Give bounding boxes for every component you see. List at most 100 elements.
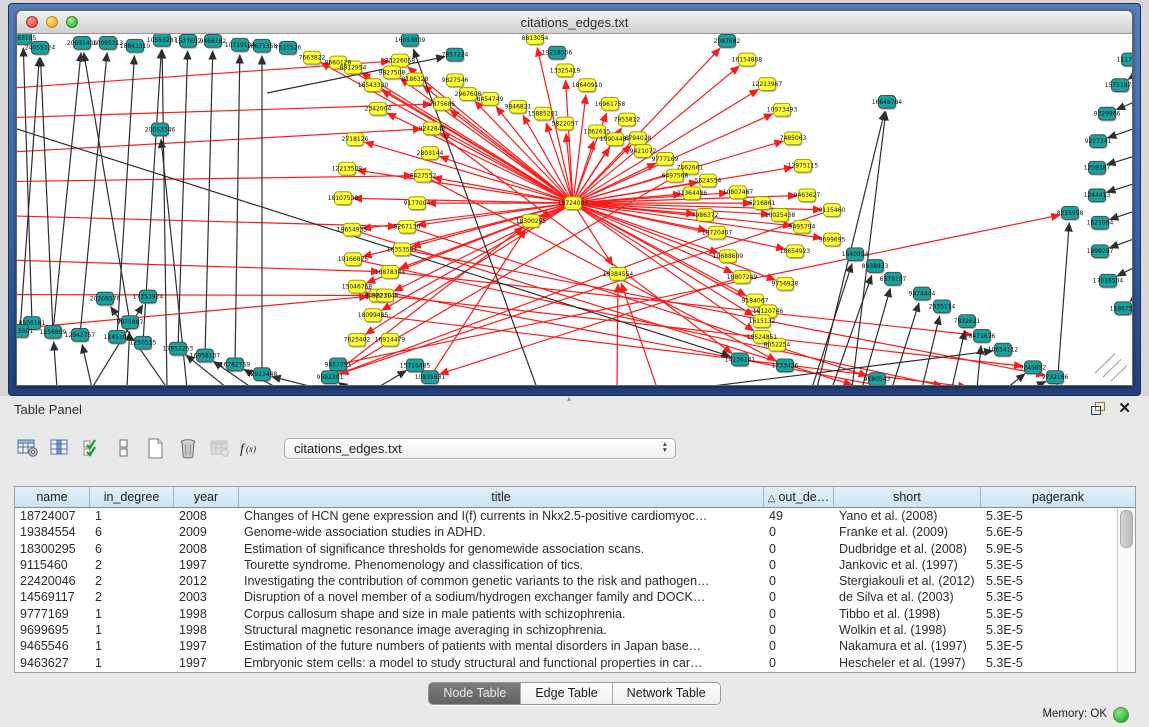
svg-text:7663822: 7663822 <box>299 55 326 62</box>
tab-network-table[interactable]: Network Table <box>613 683 720 704</box>
splitter-grip-icon[interactable]: ▴ <box>567 394 570 403</box>
table-row[interactable]: 977716911998Corpus callosum shape and si… <box>15 606 1118 622</box>
svg-text:12213967: 12213967 <box>752 81 783 88</box>
table-cell: 0 <box>764 573 834 589</box>
svg-text:9184067: 9184067 <box>742 297 769 304</box>
table-selector-dropdown[interactable]: citations_edges.txt ▲▼ <box>284 438 676 459</box>
table-cell: 2008 <box>174 508 239 524</box>
table-selector-value: citations_edges.txt <box>294 441 402 456</box>
table-cell: de Silva et al. (2003) <box>834 589 981 605</box>
svg-text:9975887: 9975887 <box>117 319 144 326</box>
table-row[interactable]: 946362711997Embryonic stem cells: a mode… <box>15 655 1118 671</box>
svg-text:5624554: 5624554 <box>695 178 722 185</box>
table-cell: 49 <box>764 508 834 524</box>
table-row[interactable]: 1830029562008Estimation of significance … <box>15 541 1118 557</box>
table-row[interactable]: 1456911722003Disruption of a novel membe… <box>15 589 1118 605</box>
new-table-icon[interactable] <box>142 434 170 462</box>
table-row[interactable]: 946554611997Estimation of the future num… <box>15 638 1118 654</box>
svg-text:20053346: 20053346 <box>145 126 176 133</box>
svg-text:16053809: 16053809 <box>395 37 426 44</box>
svg-text:1999297: 1999297 <box>1087 248 1114 255</box>
column-header-out_de[interactable]: △out_de… <box>764 487 834 507</box>
import-table-icon[interactable] <box>206 434 234 462</box>
table-cell: 0 <box>764 638 834 654</box>
table-cell: 5.3E-5 <box>981 557 1118 573</box>
table-cell: 2 <box>90 557 174 573</box>
delete-table-icon[interactable] <box>174 434 202 462</box>
svg-text:18807249: 18807249 <box>727 274 758 281</box>
column-header-in_degree[interactable]: in_degree <box>90 487 174 507</box>
column-header-title[interactable]: title <box>239 487 764 507</box>
svg-text:1145194: 1145194 <box>104 334 131 341</box>
table-cell: Disruption of a novel member of a sodium… <box>239 589 764 605</box>
svg-text:15716485: 15716485 <box>400 362 431 369</box>
svg-text:16154808: 16154808 <box>732 57 763 64</box>
show-columns-icon[interactable] <box>46 434 74 462</box>
svg-text:1527602: 1527602 <box>175 38 202 45</box>
svg-text:7955812: 7955812 <box>614 117 641 124</box>
network-view-window[interactable]: citations_edges.txt 18724007183002951938… <box>8 3 1141 396</box>
svg-text:1621064: 1621064 <box>1087 220 1114 227</box>
table-cell: 9115460 <box>15 557 90 573</box>
svg-text:2087682: 2087682 <box>714 38 741 45</box>
column-header-name[interactable]: name <box>15 487 90 507</box>
select-all-icon[interactable] <box>78 434 106 462</box>
table-cell: 5.3E-5 <box>981 508 1118 524</box>
svg-text:21364486: 21364486 <box>677 190 708 197</box>
table-cell: Tourette syndrome. Phenomenology and cla… <box>239 557 764 573</box>
table-cell: 5.3E-5 <box>981 622 1118 638</box>
scrollbar-thumb[interactable] <box>1120 510 1133 548</box>
svg-text:2342004: 2342004 <box>365 106 392 113</box>
table-cell: 2009 <box>174 524 239 540</box>
svg-text:18640910: 18640910 <box>572 82 603 89</box>
svg-text:19384554: 19384554 <box>603 271 634 278</box>
table-cell: Changes of HCN gene expression and I(f) … <box>239 508 764 524</box>
table-cell: 1997 <box>174 655 239 671</box>
table-cell: 9777169 <box>15 606 90 622</box>
svg-text:9115460: 9115460 <box>819 207 846 214</box>
svg-text:8454749: 8454749 <box>477 96 504 103</box>
column-header-pagerank[interactable]: pagerank <box>981 487 1135 507</box>
memory-status-led[interactable] <box>1113 707 1129 723</box>
svg-text:16782759: 16782759 <box>220 361 251 368</box>
table-settings-icon[interactable] <box>14 434 42 462</box>
table-cell: Dudbridge et al. (2008) <box>834 541 981 557</box>
float-panel-icon[interactable] <box>1091 402 1105 415</box>
tab-node-table[interactable]: Node Table <box>429 683 521 704</box>
table-cell: Nakamura et al. (1997) <box>834 638 981 654</box>
vertical-scrollbar[interactable] <box>1117 508 1135 672</box>
svg-text:2803144: 2803144 <box>417 150 444 157</box>
column-header-short[interactable]: short <box>834 487 981 507</box>
svg-text:2875685: 2875685 <box>429 101 456 108</box>
network-graph[interactable]: 1872400718300295193845542063155240557242… <box>17 34 1132 385</box>
zoom-window-button[interactable] <box>66 16 78 28</box>
table-row[interactable]: 911546021997Tourette syndrome. Phenomeno… <box>15 557 1118 573</box>
svg-text:16914479: 16914479 <box>375 337 406 344</box>
table-cell: Tibbo et al. (1998) <box>834 606 981 622</box>
window-titlebar[interactable]: citations_edges.txt <box>17 11 1132 34</box>
table-row[interactable]: 1938455462009Genome-wide association stu… <box>15 524 1118 540</box>
column-header-year[interactable]: year <box>174 487 239 507</box>
svg-text:9242848: 9242848 <box>419 125 446 132</box>
svg-text:9777169: 9777169 <box>652 156 679 163</box>
minimize-window-button[interactable] <box>46 16 58 28</box>
svg-text:12923448: 12923448 <box>247 371 278 378</box>
table-row[interactable]: 1872400712008Changes of HCN gene express… <box>15 508 1118 524</box>
network-canvas[interactable]: 1872400718300295193845542063155240557242… <box>17 34 1132 385</box>
svg-text:16671358: 16671358 <box>247 43 278 50</box>
table-cell: Hescheler et al. (1997) <box>834 655 981 671</box>
table-cell: 5.3E-5 <box>981 589 1118 605</box>
svg-text:19218506: 19218506 <box>542 50 573 57</box>
table-cell: Yano et al. (2008) <box>834 508 981 524</box>
table-row[interactable]: 969969511998Structural magnetic resonanc… <box>15 622 1118 638</box>
svg-text:1209387: 1209387 <box>1084 165 1111 172</box>
function-builder-icon[interactable]: f(x) <box>238 434 266 462</box>
svg-text:10553287: 10553287 <box>147 37 178 44</box>
svg-text:13325419: 13325419 <box>550 67 581 74</box>
row-height-icon[interactable] <box>110 434 138 462</box>
svg-text:18099485: 18099485 <box>358 312 389 319</box>
close-window-button[interactable] <box>26 16 38 28</box>
tab-edge-table[interactable]: Edge Table <box>521 683 612 704</box>
close-panel-icon[interactable]: ✕ <box>1118 399 1131 417</box>
table-row[interactable]: 2242004622012Investigating the contribut… <box>15 573 1118 589</box>
